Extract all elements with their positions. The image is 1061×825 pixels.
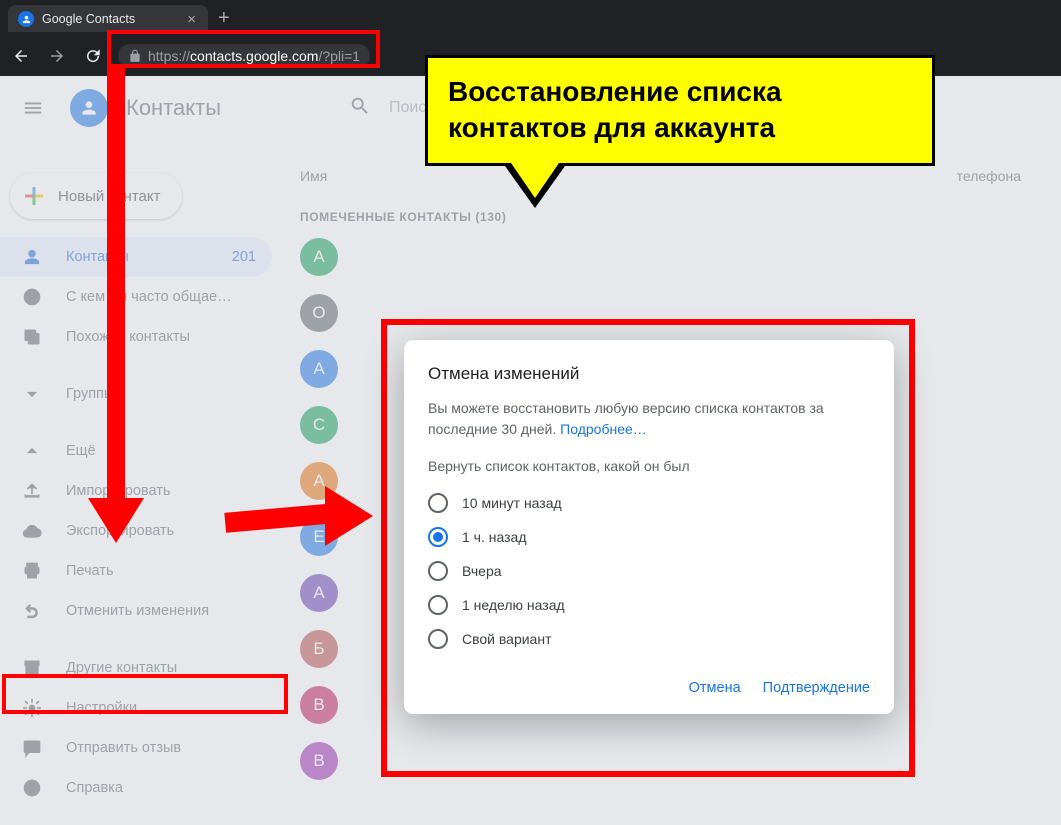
section-label-starred: ПОМЕЧЕННЫЕ КОНТАКТЫ (130): [300, 210, 1021, 224]
contact-avatar[interactable]: B: [300, 686, 338, 724]
sidebar-item-help[interactable]: Справка: [0, 768, 272, 808]
product-name-label: Контакты: [126, 95, 221, 121]
contacts-favicon-icon: [18, 11, 34, 27]
radio-option-yesterday[interactable]: Вчера: [428, 556, 870, 586]
contact-avatar[interactable]: A: [300, 350, 338, 388]
learn-more-link[interactable]: Подробнее…: [560, 421, 647, 437]
dialog-description: Вы можете восстановить любую версию спис…: [428, 398, 870, 440]
duplicate-icon: [22, 327, 42, 347]
contact-avatar[interactable]: B: [300, 742, 338, 780]
sidebar-item-settings[interactable]: Настройки: [0, 688, 272, 728]
sidebar-item-label: Ещё: [66, 443, 96, 459]
contact-avatar[interactable]: C: [300, 406, 338, 444]
sidebar-item-more[interactable]: Ещё: [0, 431, 272, 471]
sidebar-item-print[interactable]: Печать: [0, 551, 272, 591]
dialog-cancel-button[interactable]: Отмена: [689, 680, 741, 696]
undo-icon: [22, 601, 42, 621]
person-icon: [22, 247, 42, 267]
radio-label: Вчера: [462, 563, 502, 579]
search-icon[interactable]: [349, 95, 371, 122]
radio-label: Свой вариант: [462, 631, 552, 647]
url-scheme: https://: [148, 48, 190, 64]
chevron-down-icon: [22, 384, 42, 404]
undo-changes-dialog: Отмена изменений Вы можете восстановить …: [404, 340, 894, 714]
history-icon: [22, 287, 42, 307]
chevron-up-icon: [22, 441, 42, 461]
address-bar[interactable]: https://contacts.google.com/?pli=1: [118, 44, 370, 68]
sidebar-item-frequent[interactable]: С кем вы часто общае…: [0, 277, 272, 317]
archive-icon: [22, 658, 42, 678]
sidebar-item-feedback[interactable]: Отправить отзыв: [0, 728, 272, 768]
sidebar-item-label: Справка: [66, 780, 123, 796]
sidebar-item-contacts[interactable]: Контакты 201: [0, 237, 272, 277]
sidebar-item-label: Похожие контакты: [66, 329, 190, 345]
contact-avatar[interactable]: Б: [300, 630, 338, 668]
dialog-confirm-button[interactable]: Подтверждение: [763, 680, 870, 696]
sidebar: Новый контакт Контакты 201 С кем вы част…: [0, 151, 286, 825]
upload-icon: [22, 481, 42, 501]
radio-option-custom[interactable]: Свой вариант: [428, 624, 870, 654]
radio-label: 1 неделю назад: [462, 597, 565, 613]
create-contact-button[interactable]: Новый контакт: [10, 173, 182, 219]
sidebar-item-other[interactable]: Другие контакты: [0, 648, 272, 688]
radio-icon: [428, 527, 448, 547]
contact-avatar[interactable]: A: [300, 574, 338, 612]
radio-icon: [428, 629, 448, 649]
tab-title: Google Contacts: [42, 12, 135, 26]
contact-avatar[interactable]: A: [300, 238, 338, 276]
close-tab-icon[interactable]: ×: [187, 11, 196, 28]
contacts-logo-icon: [70, 89, 108, 127]
radio-option-1h[interactable]: 1 ч. назад: [428, 522, 870, 552]
sidebar-item-label: Отменить изменения: [66, 603, 209, 619]
radio-icon: [428, 561, 448, 581]
sidebar-item-label: Отправить отзыв: [66, 740, 181, 756]
url-host: contacts.google.com: [190, 48, 318, 64]
hamburger-menu-button[interactable]: [14, 89, 52, 127]
sidebar-item-groups[interactable]: Группы: [0, 374, 272, 414]
dialog-prompt: Вернуть список контактов, какой он был: [428, 458, 870, 474]
gear-icon: [22, 698, 42, 718]
lock-icon: [128, 49, 142, 63]
feedback-icon: [22, 738, 42, 758]
dialog-title: Отмена изменений: [428, 364, 870, 384]
radio-label: 10 минут назад: [462, 495, 562, 511]
contact-avatar[interactable]: O: [300, 294, 338, 332]
sidebar-item-label: С кем вы часто общае…: [66, 289, 232, 305]
sidebar-item-label: Печать: [66, 563, 114, 579]
url-path: /?pli=1: [318, 48, 360, 64]
forward-button[interactable]: [42, 41, 72, 71]
radio-option-10min[interactable]: 10 минут назад: [428, 488, 870, 518]
new-tab-button[interactable]: +: [218, 7, 230, 30]
column-header-phone: телефона: [957, 168, 1021, 184]
sidebar-item-label: Другие контакты: [66, 660, 177, 676]
annotation-callout: Восстановление списка контактов для акка…: [425, 55, 935, 208]
contacts-count-badge: 201: [232, 249, 256, 265]
sidebar-item-merge[interactable]: Похожие контакты: [0, 317, 272, 357]
radio-icon: [428, 493, 448, 513]
back-button[interactable]: [6, 41, 36, 71]
browser-tab[interactable]: Google Contacts ×: [8, 5, 208, 32]
radio-icon: [428, 595, 448, 615]
radio-option-1week[interactable]: 1 неделю назад: [428, 590, 870, 620]
radio-label: 1 ч. назад: [462, 529, 526, 545]
help-icon: [22, 778, 42, 798]
cloud-upload-icon: [22, 521, 42, 541]
reload-button[interactable]: [78, 41, 108, 71]
plus-icon: [22, 184, 46, 208]
callout-text: Восстановление списка контактов для акка…: [448, 76, 782, 143]
print-icon: [22, 561, 42, 581]
sidebar-item-undo[interactable]: Отменить изменения: [0, 591, 272, 631]
sidebar-item-label: Настройки: [66, 700, 137, 716]
